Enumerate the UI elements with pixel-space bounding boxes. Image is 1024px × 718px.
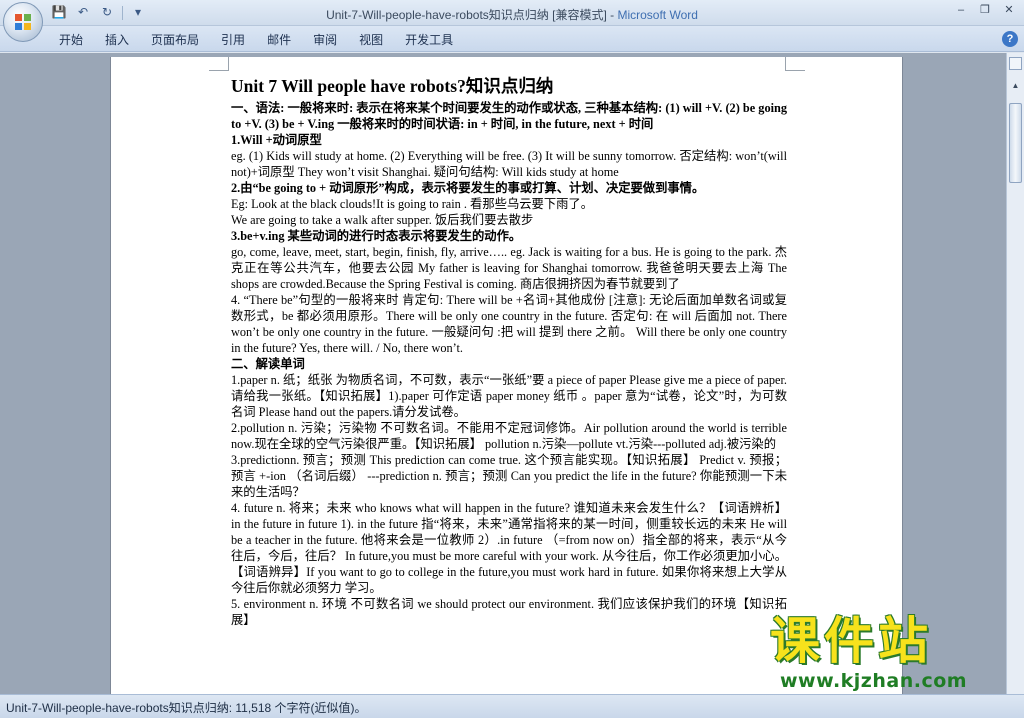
office-logo-icon <box>15 14 31 30</box>
ribbon: 开始 插入 页面布局 引用 邮件 审阅 视图 开发工具 ? <box>0 26 1024 52</box>
paragraph-there-be: 4. “There be”句型的一般将来时 肯定句: There will be… <box>231 293 787 355</box>
tab-home[interactable]: 开始 <box>48 31 94 49</box>
margin-corner-right <box>785 57 805 71</box>
watermark-url: www.kjzhan.com <box>780 670 968 692</box>
document-title: Unit-7-Will-people-have-robots知识点归纳 [兼容模… <box>326 8 618 22</box>
paragraph-grammar: 一、语法: 一般将来时: 表示在将来某个时间要发生的动作或状态, 三种基本结构:… <box>231 101 787 131</box>
tab-view[interactable]: 视图 <box>348 31 394 49</box>
paragraph-be-ving-examples: go, come, leave, meet, start, begin, fin… <box>231 245 787 291</box>
help-icon[interactable]: ? <box>1002 31 1018 47</box>
paragraph-pollution: 2.pollution n. 污染；污染物 不可数名词。不能用不定冠词修饰。Ai… <box>231 421 787 451</box>
window-controls: – ❐ ✕ <box>950 2 1020 18</box>
document-heading: Unit 7 Will people have robots?知识点归纳 <box>231 76 554 96</box>
view-ruler-icon[interactable] <box>1009 57 1022 70</box>
scroll-up-icon[interactable]: ▲ <box>1009 79 1022 92</box>
document-workspace: Unit 7 Will people have robots?知识点归纳 一、语… <box>0 53 1006 694</box>
margin-corner-left <box>209 57 229 71</box>
vertical-scrollbar[interactable]: ▲ <box>1006 53 1024 694</box>
minimize-button[interactable]: – <box>950 2 972 18</box>
app-name: Microsoft Word <box>617 8 698 22</box>
paragraph-be-going-to-heading: 2.由“be going to + 动词原形”构成，表示将要发生的事或打算、计划… <box>231 181 705 195</box>
document-page[interactable]: Unit 7 Will people have robots?知识点归纳 一、语… <box>110 57 903 694</box>
paragraph-environment: 5. environment n. 环境 不可数名词 we should pro… <box>231 597 787 627</box>
tab-references[interactable]: 引用 <box>210 31 256 49</box>
office-button[interactable] <box>3 2 43 42</box>
paragraph-vocabulary-heading: 二、解读单词 <box>231 357 305 371</box>
watermark-title: 课件站 <box>770 612 932 670</box>
status-text: Unit-7-Will-people-have-robots知识点归纳: 11,… <box>6 701 367 715</box>
paragraph-be-going-to-example-2: We are going to take a walk after supper… <box>231 213 534 227</box>
window-title: Unit-7-Will-people-have-robots知识点归纳 [兼容模… <box>0 6 1024 23</box>
tab-developer[interactable]: 开发工具 <box>394 31 464 49</box>
title-bar: 💾 ↶ ↻ ▾ Unit-7-Will-people-have-robots知识… <box>0 0 1024 42</box>
ribbon-tabs: 开始 插入 页面布局 引用 邮件 审阅 视图 开发工具 <box>48 31 464 49</box>
scroll-thumb[interactable] <box>1009 103 1022 183</box>
tab-insert[interactable]: 插入 <box>94 31 140 49</box>
tab-mailings[interactable]: 邮件 <box>256 31 302 49</box>
close-button[interactable]: ✕ <box>998 2 1020 18</box>
watermark-logo: 课件站 www.kjzhan.com <box>770 612 1024 700</box>
paragraph-will-examples: eg. (1) Kids will study at home. (2) Eve… <box>231 149 787 179</box>
paragraph-paper: 1.paper n. 纸；纸张 为物质名词，不可数，表示“一张纸”要 a pie… <box>231 373 787 419</box>
paragraph-be-going-to-example-1: Eg: Look at the black clouds!It is going… <box>231 197 594 211</box>
paragraph-be-ving-heading: 3.be+v.ing 某些动词的进行时态表示将要发生的动作。 <box>231 229 522 243</box>
tab-review[interactable]: 审阅 <box>302 31 348 49</box>
restore-button[interactable]: ❐ <box>974 2 996 18</box>
document-body[interactable]: Unit 7 Will people have robots?知识点归纳 一、语… <box>231 73 787 628</box>
tab-page-layout[interactable]: 页面布局 <box>140 31 210 49</box>
paragraph-future: 4. future n. 将来；未来 who knows what will h… <box>231 501 787 595</box>
paragraph-will-heading: 1.Will +动词原型 <box>231 133 322 147</box>
paragraph-prediction: 3.predictionn. 预言；预测 This prediction can… <box>231 453 787 499</box>
